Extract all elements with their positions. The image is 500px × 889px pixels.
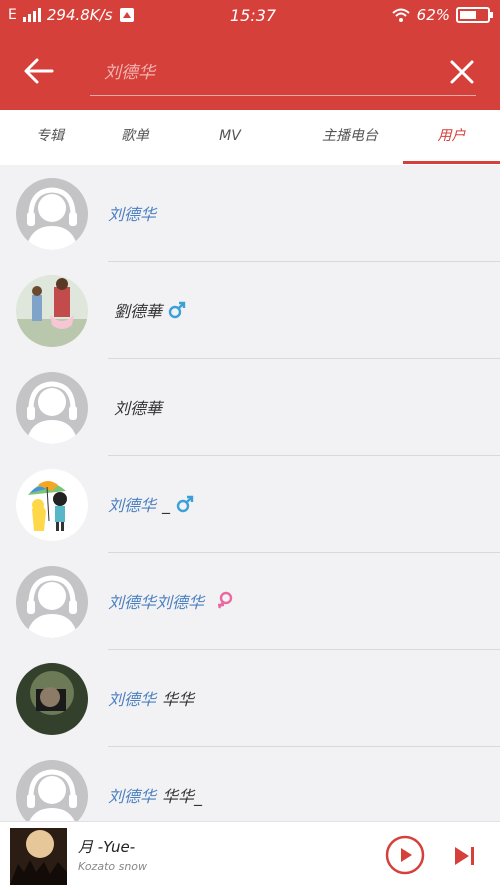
name-highlight: 刘德华刘德华 [108,593,205,612]
song-title: 月 -Yue- [78,838,136,856]
name-highlight: 刘德华 [108,787,157,806]
avatar [16,760,88,821]
album-art-icon [10,828,67,885]
album-cover [10,828,67,885]
next-track-icon[interactable] [452,844,478,868]
mini-player[interactable]: 月 -Yue- Kozato snow [0,821,500,889]
female-gender-icon [218,591,233,609]
play-icon[interactable] [384,834,426,876]
user-photo-icon [16,275,88,347]
user-name: 刘德華 [108,395,162,419]
wifi-icon [391,8,410,22]
status-bar: E 294.8K/s 15:37 62% [0,0,500,32]
close-icon[interactable] [448,58,476,86]
name-rest: 劉德華 [114,302,163,321]
user-results-list: 刘德华 劉德華 刘德華 刘德华 _ 刘德华刘德华 刘德华 华华 刘德华 华华_ [0,165,500,821]
status-right: 62% [391,6,493,24]
name-highlight: 刘德华 [108,496,157,515]
user-name: 劉德華 [108,298,186,322]
search-app-bar: 刘德华 [0,32,500,110]
network-type: E [8,7,17,23]
battery-icon [456,7,493,23]
clock: 15:37 [230,6,277,25]
network-speed: 294.8K/s [46,6,113,24]
active-tab-indicator [403,161,500,164]
list-item[interactable]: 劉德華 [0,262,500,359]
avatar [16,275,88,347]
default-avatar-icon [16,372,88,444]
cartoon-avatar-icon [16,469,88,541]
list-item[interactable]: 刘德华 [0,165,500,262]
name-highlight: 刘德华 [108,690,157,709]
list-item[interactable]: 刘德华 华华_ [0,747,500,821]
user-name: 刘德华 华华_ [108,783,202,807]
name-rest: 华华 [162,690,195,709]
list-item[interactable]: 刘德華 [0,359,500,456]
search-input[interactable]: 刘德华 [104,58,155,83]
default-avatar-icon [16,566,88,638]
tab-playlists[interactable]: 歌单 [85,110,185,165]
user-name: 刘德华 华华 [108,686,194,710]
status-left: E 294.8K/s [8,6,135,24]
battery-percent: 62% [416,6,450,24]
signal-icon [22,8,41,22]
notification-icon [119,8,134,22]
name-rest: 华华_ [162,787,203,806]
user-name: 刘德华刘德华 [108,589,234,613]
name-rest: _ [162,494,171,514]
artist-name: Kozato snow [78,860,148,873]
user-name: 刘德华 _ [108,492,194,516]
avatar [16,372,88,444]
user-photo-icon [16,663,88,735]
male-gender-icon [176,495,194,513]
male-gender-icon [168,301,186,319]
avatar [16,663,88,735]
battery-fill [460,11,477,19]
name-highlight: 刘德华 [108,205,157,224]
list-item[interactable]: 刘德华 _ [0,456,500,553]
avatar [16,469,88,541]
user-name: 刘德华 [108,201,162,225]
tab-users[interactable]: 用户 [403,110,500,165]
back-arrow-icon[interactable] [22,54,56,88]
search-field[interactable]: 刘德华 [90,48,476,96]
list-item[interactable]: 刘德华刘德华 [0,553,500,650]
default-avatar-icon [16,178,88,250]
name-rest: 刘德華 [114,399,163,418]
avatar [16,566,88,638]
default-avatar-icon [16,760,88,821]
tab-radio[interactable]: 主播电台 [290,110,410,165]
list-item[interactable]: 刘德华 华华 [0,650,500,747]
avatar [16,178,88,250]
category-tabs: 专辑 歌单 MV 主播电台 用户 [0,110,500,165]
tab-mv[interactable]: MV [180,110,280,165]
